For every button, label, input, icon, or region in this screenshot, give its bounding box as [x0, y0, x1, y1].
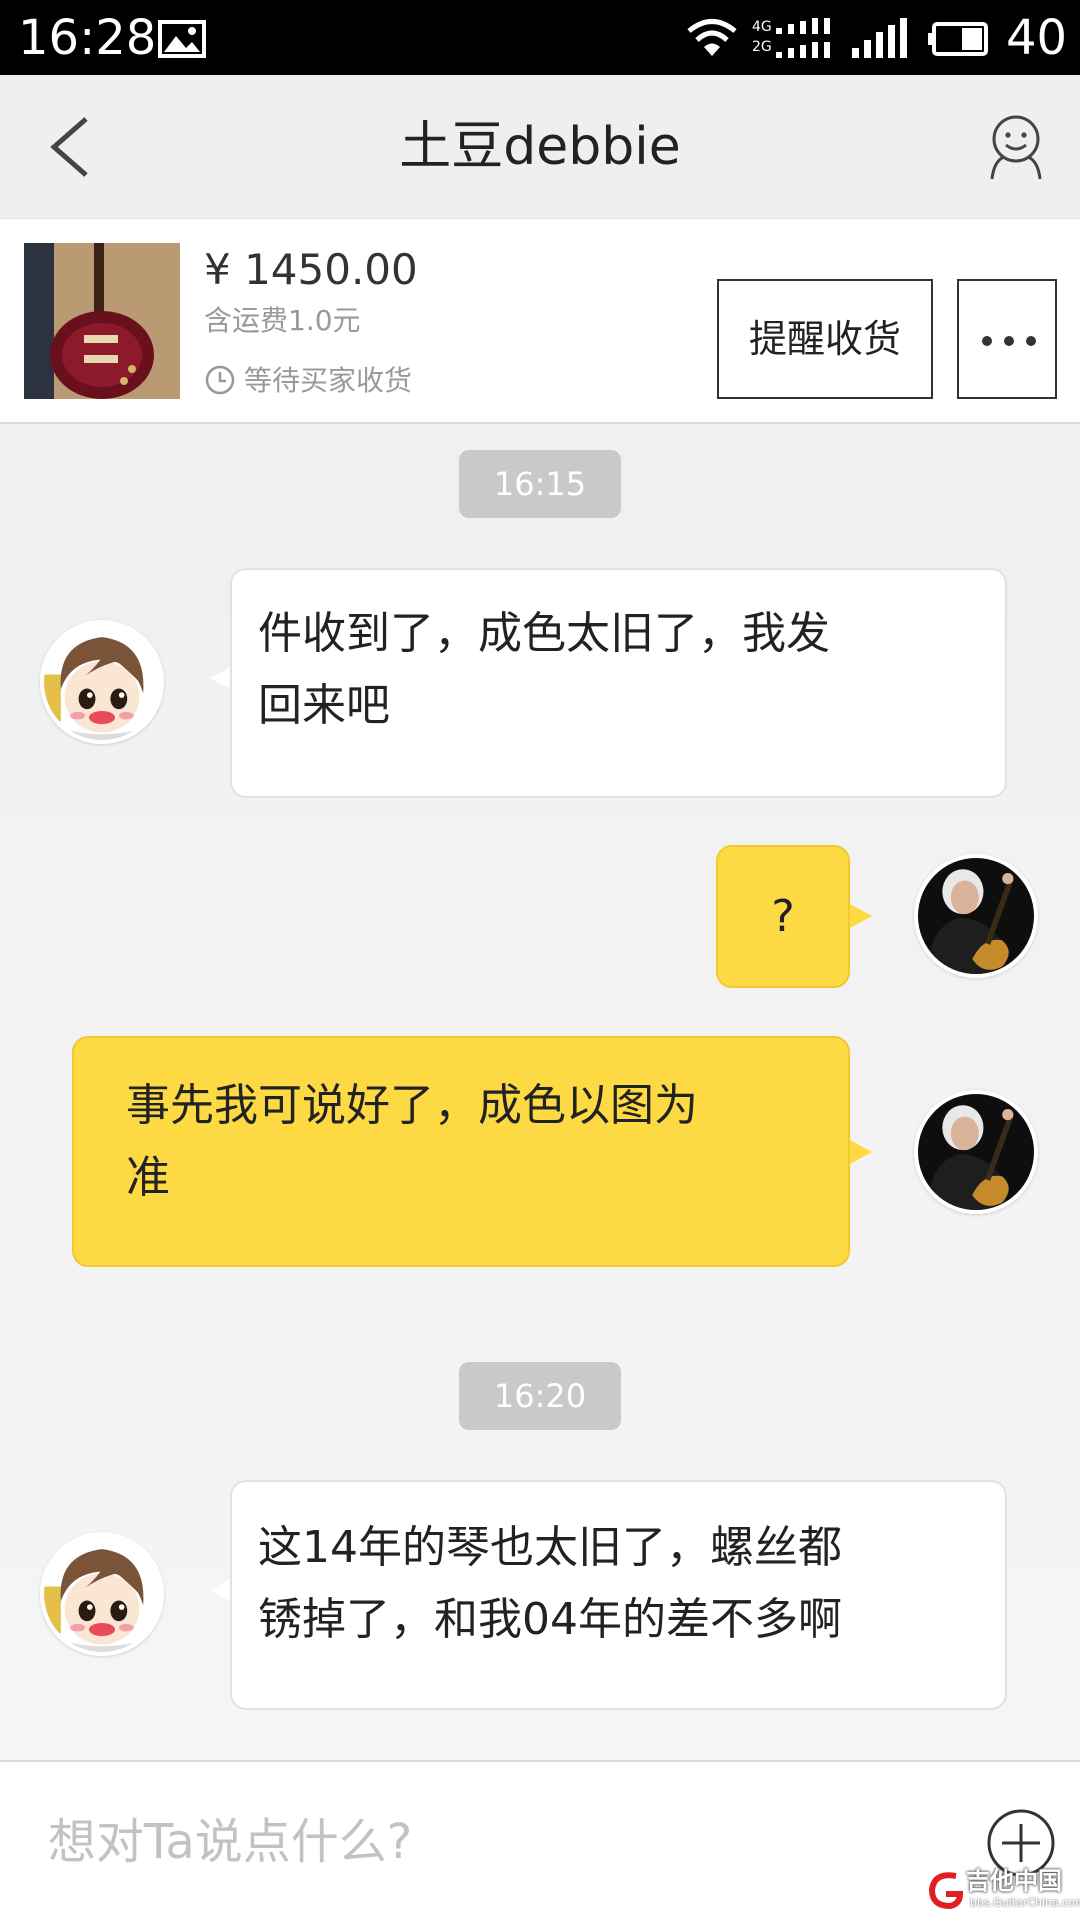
message-bubble-outgoing[interactable]: ? [716, 845, 850, 988]
order-shipping: 含运费1.0元 [204, 304, 361, 337]
bubble-tail [210, 666, 232, 690]
status-time: 16:28 [18, 10, 157, 66]
network-indicator: 4G 2G [752, 18, 830, 60]
order-card[interactable]: ¥ 1450.00 含运费1.0元 等待买家收货 提醒收货 [0, 219, 1080, 424]
image-icon [158, 20, 206, 58]
network-2g-label: 2G [752, 39, 772, 55]
timestamp-divider: 16:20 [459, 1362, 621, 1430]
avatar-me[interactable] [914, 1090, 1038, 1214]
smiley-person-icon[interactable] [986, 113, 1046, 181]
message-bubble-incoming[interactable]: 这14年的琴也太旧了，螺丝都 锈掉了，和我04年的差不多啊 [230, 1480, 1007, 1710]
order-price: ¥ 1450.00 [204, 245, 418, 294]
message-bubble-incoming[interactable]: 件收到了，成色太旧了，我发 回来吧 [230, 568, 1007, 798]
cartoon-girl-avatar [44, 624, 160, 740]
more-dots-icon [982, 336, 1036, 346]
product-thumbnail[interactable] [24, 243, 180, 399]
clock-icon [205, 365, 235, 395]
site-watermark: 吉他中国 bbs.GuitarChina.com [926, 1866, 1080, 1914]
watermark-logo-icon [928, 1872, 964, 1910]
order-status: 等待买家收货 [204, 361, 412, 401]
data-bars-icon [776, 18, 830, 58]
page-title: 土豆debbie [399, 117, 681, 177]
timestamp-divider: 16:15 [459, 450, 621, 518]
signal-icon [852, 18, 907, 58]
status-bar: 16:28 4G 2G 40 [0, 0, 1080, 75]
avatar-me[interactable] [914, 854, 1038, 978]
watermark-text: 吉他中国 [966, 1867, 1062, 1895]
message-text: ? [771, 891, 795, 942]
chevron-left-icon[interactable] [40, 111, 100, 183]
message-text: 这14年的琴也太旧了，螺丝都 锈掉了，和我04年的差不多啊 [258, 1522, 842, 1645]
bubble-tail [850, 904, 872, 928]
chat-header: 土豆debbie [0, 75, 1080, 219]
guitar-image [24, 243, 180, 399]
bubble-tail [850, 1140, 872, 1164]
more-options-button[interactable] [957, 279, 1057, 399]
network-4g-label: 4G [752, 19, 772, 35]
message-input-bar [0, 1760, 1080, 1920]
wifi-icon [687, 19, 737, 56]
battery-level: 40 [1006, 10, 1068, 66]
message-text: 事先我可说好了，成色以图为 准 [126, 1080, 698, 1203]
cartoon-girl-avatar [44, 1536, 160, 1652]
watermark-subtext: bbs.GuitarChina.com [970, 1896, 1080, 1909]
remind-receipt-button[interactable]: 提醒收货 [717, 279, 933, 399]
avatar-seller[interactable] [40, 1532, 164, 1656]
message-input[interactable] [48, 1802, 928, 1882]
guitarist-avatar [918, 858, 1034, 974]
order-status-label: 等待买家收货 [244, 364, 413, 397]
message-text: 件收到了，成色太旧了，我发 回来吧 [258, 608, 830, 731]
message-bubble-outgoing[interactable]: 事先我可说好了，成色以图为 准 [72, 1036, 850, 1267]
chat-screen: 16:28 4G 2G 40 土豆debbie ¥ 1450.00 含运费1.0… [0, 0, 1080, 1920]
avatar-seller[interactable] [40, 620, 164, 744]
bubble-tail [210, 1578, 232, 1602]
battery-icon [928, 22, 988, 56]
guitarist-avatar [918, 1094, 1034, 1210]
